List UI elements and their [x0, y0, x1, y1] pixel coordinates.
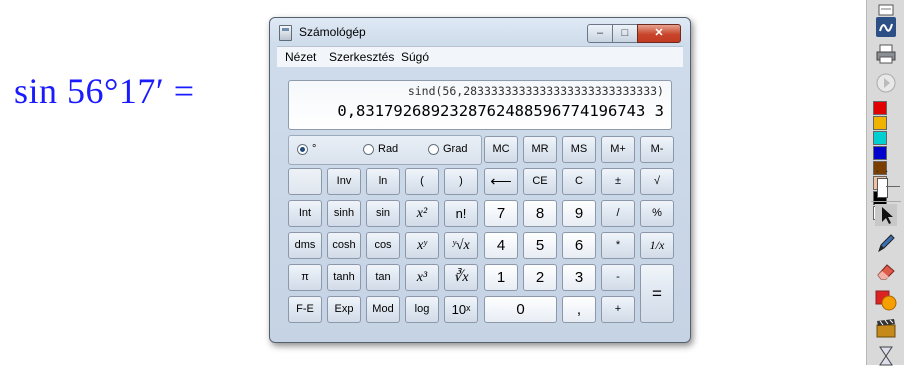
digit-8-button[interactable]: 8: [523, 200, 557, 227]
title-bar[interactable]: Számológép – □ ✕: [270, 18, 690, 46]
power-button[interactable]: xʸ: [405, 232, 439, 259]
mod-button[interactable]: Mod: [366, 296, 400, 323]
digit-7-button[interactable]: 7: [484, 200, 518, 227]
digit-6-button[interactable]: 6: [562, 232, 596, 259]
color-swatch[interactable]: [873, 101, 887, 115]
radio-empty-icon: [363, 143, 374, 155]
sin-button[interactable]: sin: [366, 200, 400, 227]
digit-4-button[interactable]: 4: [484, 232, 518, 259]
memory-clear-button[interactable]: MC: [484, 136, 518, 163]
color-swatch[interactable]: [873, 131, 887, 145]
menu-bar: Nézet Szerkesztés Súgó: [277, 46, 683, 67]
equals-button[interactable]: =: [640, 264, 674, 323]
calculator-display: sind(56,2833333333333333333333333333) 0,…: [288, 80, 672, 130]
radio-gradian[interactable]: Grad: [428, 143, 467, 155]
cos-button[interactable]: cos: [366, 232, 400, 259]
clapperboard-icon[interactable]: [875, 317, 897, 339]
minimize-button[interactable]: –: [587, 24, 613, 43]
memory-store-button[interactable]: MS: [562, 136, 596, 163]
close-paren-button[interactable]: ): [444, 168, 478, 195]
hourglass-icon[interactable]: [875, 345, 897, 367]
slider-track: [886, 186, 900, 187]
menu-help[interactable]: Súgó: [401, 50, 429, 64]
negate-button[interactable]: ±: [601, 168, 635, 195]
tanh-button[interactable]: tanh: [327, 264, 361, 291]
window-title: Számológép: [299, 25, 366, 39]
pen-size-dots: ··: [876, 167, 895, 178]
result-value: 0,8317926892328762488596774196743 3: [337, 102, 664, 120]
percent-button[interactable]: %: [640, 200, 674, 227]
backspace-button[interactable]: ⟵: [484, 168, 518, 195]
eraser-icon[interactable]: [875, 260, 897, 282]
inv-button[interactable]: Inv: [327, 168, 361, 195]
formula-text: sin 56°17′ =: [14, 71, 195, 111]
cosh-button[interactable]: cosh: [327, 232, 361, 259]
color-palette: [873, 101, 901, 221]
ten-power-button[interactable]: 10ˣ: [444, 296, 478, 323]
angle-mode-group: ° Rad Grad: [288, 135, 482, 165]
radio-selected-icon: [297, 143, 308, 155]
cube-root-button[interactable]: ∛x: [444, 264, 478, 291]
print-icon[interactable]: [875, 43, 897, 65]
add-button[interactable]: +: [601, 296, 635, 323]
yroot-button[interactable]: ʸ√x: [444, 232, 478, 259]
tan-button[interactable]: tan: [366, 264, 400, 291]
subtract-button[interactable]: -: [601, 264, 635, 291]
calculator-icon: [279, 25, 292, 41]
dms-button[interactable]: dms: [288, 232, 322, 259]
radio-radian[interactable]: Rad: [363, 143, 398, 155]
select-arrow-icon[interactable]: [875, 204, 897, 226]
expression-line: sind(56,2833333333333333333333333333): [407, 84, 664, 98]
color-swatch[interactable]: [873, 146, 887, 160]
menu-edit[interactable]: Szerkesztés: [329, 50, 394, 64]
sinh-button[interactable]: sinh: [327, 200, 361, 227]
exp-button[interactable]: Exp: [327, 296, 361, 323]
memory-recall-button[interactable]: MR: [523, 136, 557, 163]
fe-button[interactable]: F-E: [288, 296, 322, 323]
calculator-window: Számológép – □ ✕ Nézet Szerkesztés Súgó …: [269, 17, 691, 343]
color-swatch[interactable]: [873, 116, 887, 130]
blank-key: [288, 168, 322, 195]
digit-9-button[interactable]: 9: [562, 200, 596, 227]
close-button[interactable]: ✕: [637, 24, 681, 43]
play-icon[interactable]: [875, 72, 897, 94]
radio-empty-icon: [428, 143, 439, 155]
log-button[interactable]: log: [405, 296, 439, 323]
digit-0-button[interactable]: 0: [484, 296, 557, 323]
digit-1-button[interactable]: 1: [484, 264, 518, 291]
clear-button[interactable]: C: [562, 168, 596, 195]
int-button[interactable]: Int: [288, 200, 322, 227]
radio-radian-label: Rad: [378, 143, 399, 155]
digit-2-button[interactable]: 2: [523, 264, 557, 291]
open-paren-button[interactable]: (: [405, 168, 439, 195]
radio-gradian-label: Grad: [443, 143, 468, 155]
factorial-button[interactable]: n!: [444, 200, 478, 227]
maximize-button[interactable]: □: [612, 24, 638, 43]
digit-5-button[interactable]: 5: [523, 232, 557, 259]
ln-button[interactable]: ln: [366, 168, 400, 195]
menu-view[interactable]: Nézet: [285, 50, 316, 64]
pen-signature-icon[interactable]: [875, 16, 897, 38]
divider: [871, 201, 901, 202]
cube-button[interactable]: x³: [405, 264, 439, 291]
sqrt-button[interactable]: √: [640, 168, 674, 195]
multiply-button[interactable]: *: [601, 232, 635, 259]
digit-3-button[interactable]: 3: [562, 264, 596, 291]
pen-icon[interactable]: [875, 232, 897, 254]
clear-entry-button[interactable]: CE: [523, 168, 557, 195]
memory-add-button[interactable]: M+: [601, 136, 635, 163]
reciprocal-button[interactable]: 1/x: [640, 232, 674, 259]
divide-button[interactable]: /: [601, 200, 635, 227]
pi-button[interactable]: π: [288, 264, 322, 291]
tool-palette: ··: [866, 0, 904, 367]
radio-degree[interactable]: °: [297, 143, 316, 155]
radio-degree-label: °: [312, 143, 317, 155]
pen-size-slider[interactable]: [877, 178, 888, 198]
decimal-button[interactable]: ,: [562, 296, 596, 323]
square-button[interactable]: x²: [405, 200, 439, 227]
memory-subtract-button[interactable]: M-: [640, 136, 674, 163]
shapes-icon[interactable]: [875, 289, 897, 311]
